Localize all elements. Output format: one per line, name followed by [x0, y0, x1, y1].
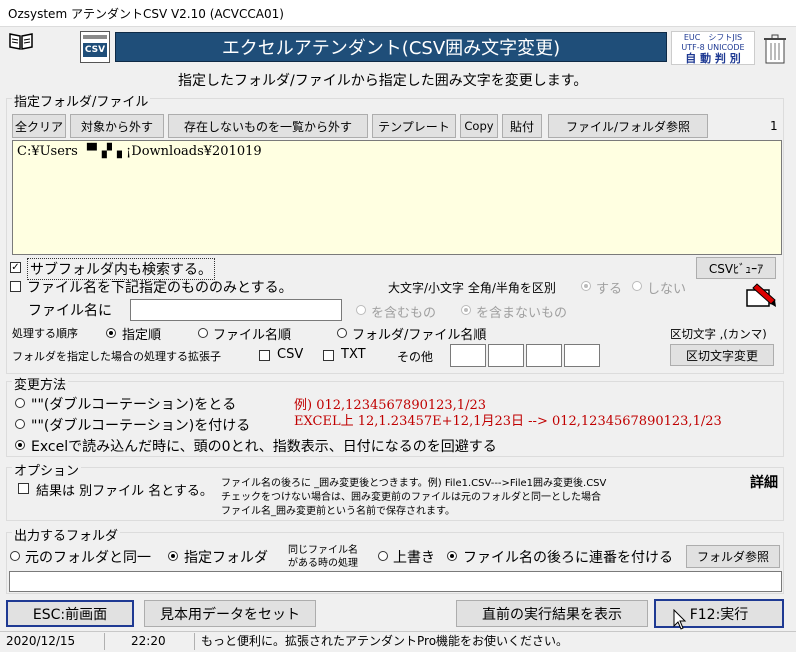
- option-note-2: チェックをつけない場合は、囲み変更前のファイルは元のフォルダと同一とした場合: [221, 492, 601, 503]
- include-label[interactable]: を含むもの: [371, 302, 436, 321]
- browse-file-folder-button[interactable]: ファイル/フォルダ参照: [548, 114, 708, 138]
- separate-file-label[interactable]: 結果は 別ファイル 名とする。: [36, 480, 213, 499]
- same-folder-radio[interactable]: [10, 551, 20, 561]
- encoding-line3: 自 動 判 別: [685, 52, 741, 65]
- delimiter-label: 区切文字 ,(カンマ): [670, 327, 767, 341]
- ext-txt-label[interactable]: TXT: [341, 347, 366, 362]
- output-path-input[interactable]: [9, 571, 782, 592]
- csv-viewer-button[interactable]: CSVﾋﾞｭｰｱ: [696, 257, 776, 279]
- option-note-3: ファイル名_囲み変更前という名前で保存されます。: [221, 506, 455, 517]
- sequence-radio[interactable]: [447, 551, 457, 561]
- show-last-result-button[interactable]: 直前の実行結果を表示: [456, 600, 648, 627]
- output-group-label: 出力するフォルダ: [12, 525, 121, 544]
- add-quotes-radio[interactable]: [15, 419, 25, 429]
- ext-csv-checkbox[interactable]: [259, 350, 270, 361]
- option-group-label: オプション: [12, 460, 82, 479]
- trash-icon[interactable]: [762, 29, 788, 65]
- case-no-radio[interactable]: [632, 281, 642, 291]
- case-yes-label[interactable]: する: [596, 278, 622, 297]
- filename-only-checkbox[interactable]: [10, 281, 21, 292]
- template-button[interactable]: テンプレート: [372, 114, 456, 138]
- case-yes-radio[interactable]: [581, 281, 591, 291]
- order-specified-radio[interactable]: [106, 328, 116, 338]
- paste-button[interactable]: 貼付: [502, 114, 542, 138]
- ext-other-input-4[interactable]: [564, 344, 600, 367]
- excel-safe-radio[interactable]: [15, 440, 25, 450]
- list-item[interactable]: C:¥Users ▝▘▞▗ ¡Downloads¥201019: [17, 144, 262, 159]
- ext-txt-checkbox[interactable]: [323, 350, 334, 361]
- remove-missing-button[interactable]: 存在しないものを一覧から外す: [168, 114, 368, 138]
- ext-other-input-3[interactable]: [526, 344, 562, 367]
- item-count: 1: [770, 119, 778, 133]
- extension-label: フォルダを指定した場合の処理する拡張子: [12, 350, 221, 363]
- order-filename-radio[interactable]: [198, 328, 208, 338]
- ext-other-input-2[interactable]: [488, 344, 524, 367]
- book-icon[interactable]: [8, 31, 34, 51]
- option-note-1: ファイル名の後ろに _囲み変更後とつきます。例) File1.CSV--->Fi…: [221, 478, 607, 489]
- ext-other-input-1[interactable]: [450, 344, 486, 367]
- include-radio[interactable]: [356, 305, 366, 315]
- case-no-label[interactable]: しない: [647, 278, 686, 297]
- order-label: 処理する順序: [12, 327, 78, 340]
- filename-only-label[interactable]: ファイル名を下記指定のもののみとする。: [27, 277, 293, 297]
- encoding-line1: EUC シフトJIS: [683, 33, 743, 42]
- window-titlebar: Ozsystem アテンダントCSV V2.10 (ACVCCA01): [0, 0, 796, 27]
- esc-back-button[interactable]: ESC:前画面: [6, 600, 134, 627]
- remove-quotes-label[interactable]: ""(ダブルコーテーション)をとる: [31, 394, 236, 414]
- status-message: もっと便利に。拡張されたアテンダントPro機能をお使いください。: [194, 633, 794, 650]
- specified-folder-radio[interactable]: [168, 551, 178, 561]
- subtitle: 指定したフォルダ/ファイルから指定した囲み文字を変更します。: [178, 73, 588, 89]
- add-quotes-label[interactable]: ""(ダブルコーテーション)を付ける: [31, 415, 250, 435]
- example-line-2: EXCEL上 12,1.23457E+12,1月23日 --> 012,1234…: [294, 414, 722, 429]
- remove-quotes-radio[interactable]: [15, 398, 25, 408]
- excel-safe-label[interactable]: Excelで読み込んだ時に、頭の0とれ、指数表示、日付になるのを回避する: [31, 436, 497, 456]
- copy-button[interactable]: Copy: [460, 114, 498, 138]
- order-folder-file-label[interactable]: フォルダ/ファイル名順: [352, 324, 486, 343]
- delimiter-change-button[interactable]: 区切文字変更: [670, 344, 774, 366]
- detail-link[interactable]: 詳細: [750, 472, 778, 492]
- encoding-badge: EUC シフトJIS UTF-8 UNICODE 自 動 判 別: [671, 31, 755, 65]
- banner-title: エクセルアテンダント(CSV囲み文字変更): [115, 32, 667, 62]
- status-date: 2020/12/15: [6, 634, 76, 648]
- ext-csv-label[interactable]: CSV: [277, 347, 303, 362]
- folder-group-label: 指定フォルダ/ファイル: [12, 91, 151, 110]
- browse-folder-button[interactable]: フォルダ参照: [686, 545, 780, 568]
- exclude-radio[interactable]: [461, 305, 471, 315]
- same-folder-label[interactable]: 元のフォルダと同一: [25, 547, 151, 567]
- exclude-label[interactable]: を含まないもの: [476, 302, 567, 321]
- specified-folder-label[interactable]: 指定フォルダ: [184, 547, 268, 567]
- ext-other-label: その他: [397, 350, 434, 364]
- subfolder-checkbox[interactable]: ✓: [10, 262, 21, 273]
- file-list[interactable]: C:¥Users ▝▘▞▗ ¡Downloads¥201019: [12, 140, 782, 255]
- order-folder-file-radio[interactable]: [337, 328, 347, 338]
- case-sensitivity-label: 大文字/小文字 全角/半角を区別: [388, 281, 556, 295]
- filename-label: ファイル名に: [28, 303, 112, 319]
- csv-icon-label: CSV: [83, 43, 107, 57]
- method-group-label: 変更方法: [12, 374, 69, 393]
- mouse-cursor-icon: [673, 608, 687, 631]
- order-filename-label[interactable]: ファイル名順: [213, 324, 291, 343]
- window-title: Ozsystem アテンダントCSV V2.10 (ACVCCA01): [8, 7, 284, 21]
- order-specified-label[interactable]: 指定順: [122, 324, 161, 343]
- csv-file-icon: CSV: [80, 31, 110, 63]
- remove-from-target-button[interactable]: 対象から外す: [70, 114, 164, 138]
- separate-file-checkbox[interactable]: [18, 483, 29, 494]
- overwrite-label[interactable]: 上書き: [393, 547, 435, 567]
- clear-all-button[interactable]: 全クリア: [12, 114, 66, 138]
- overwrite-radio[interactable]: [378, 551, 388, 561]
- filename-input[interactable]: [130, 299, 342, 321]
- sequence-label[interactable]: ファイル名の後ろに連番を付ける: [463, 547, 673, 567]
- status-time: 22:20: [104, 633, 194, 650]
- set-sample-data-button[interactable]: 見本用データをセット: [144, 600, 316, 627]
- same-name-label-2: がある時の処理: [288, 558, 358, 569]
- edit-icon[interactable]: [745, 282, 777, 310]
